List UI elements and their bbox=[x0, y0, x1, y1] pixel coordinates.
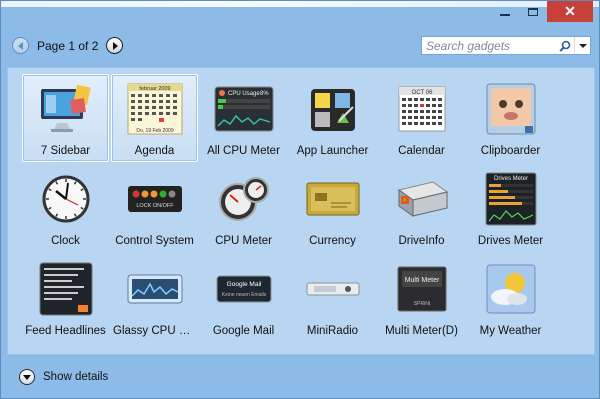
svg-text:Do, 19 Feb 2009: Do, 19 Feb 2009 bbox=[136, 128, 173, 134]
arrow-left-icon bbox=[18, 41, 23, 50]
gadget-tile[interactable]: februar 2009 Do, 19 Feb 2009 Agenda bbox=[111, 74, 198, 162]
svg-text:Multi Meter: Multi Meter bbox=[404, 277, 439, 284]
svg-text:SPRiNt: SPRiNt bbox=[413, 301, 430, 307]
page-indicator: Page 1 of 2 bbox=[37, 38, 99, 53]
gadget-label: Drives Meter bbox=[477, 235, 544, 247]
search-icon[interactable] bbox=[556, 37, 574, 54]
gadget-tile[interactable]: Multi Meter SPRiNt Multi Meter(D) bbox=[378, 254, 465, 342]
svg-text:februar 2009: februar 2009 bbox=[139, 86, 170, 92]
arrow-right-icon bbox=[113, 41, 119, 50]
gadget-label: Clock bbox=[51, 235, 80, 247]
gadget-gallery: 7 Sidebar februar 2009 Do, 19 Feb 2009 A… bbox=[7, 67, 595, 355]
close-button[interactable]: ✕ bbox=[547, 1, 593, 22]
search-input[interactable]: Search gadgets bbox=[422, 39, 556, 53]
gadget-tile[interactable]: LOCK ON/OFF Control System bbox=[111, 164, 198, 252]
gadget-label: Control System bbox=[115, 235, 194, 247]
gadget-tile[interactable]: 7 Sidebar bbox=[22, 74, 109, 162]
agenda-calendar-icon: februar 2009 Do, 19 Feb 2009 bbox=[125, 83, 185, 135]
gadget-label: Currency bbox=[309, 235, 356, 247]
svg-text:Keine neuen Emails: Keine neuen Emails bbox=[221, 292, 266, 298]
radio-icon bbox=[303, 263, 363, 315]
gadget-label: Multi Meter(D) bbox=[385, 325, 458, 337]
show-details-label[interactable]: Show details bbox=[43, 371, 108, 383]
cpu-graph-icon bbox=[125, 263, 185, 315]
baby-photo-icon bbox=[481, 83, 541, 135]
minimize-icon bbox=[500, 13, 510, 16]
gadget-tile[interactable]: Clock bbox=[22, 164, 109, 252]
gadget-label: MiniRadio bbox=[306, 325, 359, 337]
gadget-label: Google Mail bbox=[212, 325, 275, 337]
clock-icon bbox=[36, 173, 96, 225]
gadget-label: DriveInfo bbox=[398, 235, 445, 247]
chevron-down-icon bbox=[23, 375, 31, 380]
gadget-label: Calendar bbox=[398, 145, 445, 157]
gadget-tile[interactable]: App Launcher bbox=[289, 74, 376, 162]
svg-text:Google Mail: Google Mail bbox=[226, 281, 261, 288]
gadget-tile[interactable]: Feed Headlines bbox=[22, 254, 109, 342]
svg-text:CPU Usage: CPU Usage bbox=[228, 91, 260, 97]
gadget-tile[interactable]: Glassy CPU Mo... bbox=[111, 254, 198, 342]
mail-panel-icon: Google Mail Keine neuen Emails bbox=[214, 263, 274, 315]
monitor-icon bbox=[36, 83, 96, 135]
svg-text:8%: 8% bbox=[260, 91, 269, 97]
weather-icon bbox=[481, 263, 541, 315]
search-dropdown-button[interactable] bbox=[574, 37, 590, 54]
svg-text:Drives Meter: Drives Meter bbox=[493, 176, 527, 182]
control-buttons-icon: LOCK ON/OFF bbox=[125, 173, 185, 225]
app-launcher-icon bbox=[303, 83, 363, 135]
footer: Show details bbox=[7, 361, 595, 393]
gadget-tile[interactable]: Currency bbox=[289, 164, 376, 252]
calendar-icon: OCT 06 bbox=[392, 83, 452, 135]
currency-card-icon bbox=[303, 173, 363, 225]
gadget-label: CPU Meter bbox=[215, 235, 272, 247]
minimize-button[interactable] bbox=[491, 1, 519, 22]
feed-panel-icon bbox=[36, 262, 96, 316]
gadget-tile[interactable]: My Weather bbox=[467, 254, 554, 342]
hard-drive-icon bbox=[392, 173, 452, 225]
gadget-tile[interactable]: Drives Meter Drives Meter bbox=[467, 164, 554, 252]
gadget-label: Clipboarder bbox=[480, 145, 541, 157]
gadget-label: 7 Sidebar bbox=[40, 145, 91, 157]
gadget-label: All CPU Meter bbox=[207, 145, 280, 157]
gauges-icon bbox=[214, 173, 274, 225]
search-box[interactable]: Search gadgets bbox=[421, 36, 591, 55]
gadget-label: Feed Headlines bbox=[25, 325, 106, 337]
gadget-grid: 7 Sidebar februar 2009 Do, 19 Feb 2009 A… bbox=[22, 74, 556, 344]
gadget-tile[interactable]: DriveInfo bbox=[378, 164, 465, 252]
gadget-label: Agenda bbox=[134, 145, 175, 157]
cpu-usage-panel-icon: CPU Usage 8% bbox=[214, 83, 274, 135]
toolbar: Page 1 of 2 Search gadgets bbox=[7, 31, 595, 63]
gadget-label: Glassy CPU Mo... bbox=[113, 325, 197, 337]
gadgets-window: ✕ Page 1 of 2 Search gadgets 7 Sidebar f… bbox=[0, 0, 600, 399]
maximize-button[interactable] bbox=[519, 1, 547, 22]
gadget-tile[interactable]: OCT 06 Calendar bbox=[378, 74, 465, 162]
drives-meter-panel-icon: Drives Meter bbox=[481, 172, 541, 226]
gadget-tile[interactable]: CPU Meter bbox=[200, 164, 287, 252]
show-details-button[interactable] bbox=[19, 369, 35, 385]
gadget-label: My Weather bbox=[479, 325, 542, 337]
gadget-label: App Launcher bbox=[296, 145, 369, 157]
gadget-tile[interactable]: MiniRadio bbox=[289, 254, 376, 342]
svg-text:OCT 06: OCT 06 bbox=[411, 90, 433, 96]
svg-text:LOCK ON/OFF: LOCK ON/OFF bbox=[136, 203, 174, 209]
gadget-tile[interactable]: CPU Usage 8% All CPU Meter bbox=[200, 74, 287, 162]
pager: Page 1 of 2 bbox=[12, 37, 124, 54]
chevron-down-icon bbox=[578, 43, 587, 48]
gadget-tile[interactable]: Google Mail Keine neuen Emails Google Ma… bbox=[200, 254, 287, 342]
gadget-tile[interactable]: Clipboarder bbox=[467, 74, 554, 162]
next-page-button[interactable] bbox=[106, 37, 124, 54]
maximize-icon bbox=[528, 7, 538, 16]
multi-meter-icon: Multi Meter SPRiNt bbox=[392, 263, 452, 315]
previous-page-button[interactable] bbox=[12, 37, 29, 54]
caption-buttons: ✕ bbox=[491, 1, 593, 23]
